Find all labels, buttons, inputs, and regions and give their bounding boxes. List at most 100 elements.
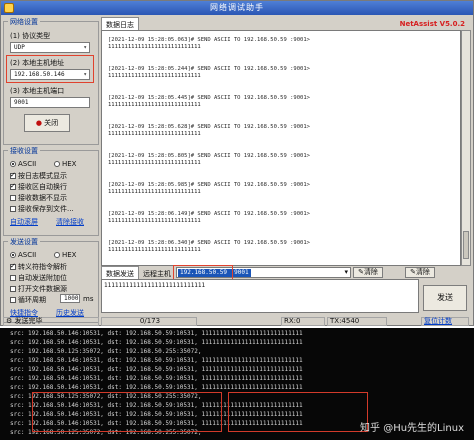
- receive-settings-group: 接收设置 ASCII HEX 按日志模式显示 接收区自动换行 接收数据不显示 接…: [3, 146, 99, 236]
- recv-check-auto-wrap[interactable]: 接收区自动换行: [10, 182, 67, 192]
- netassist-window: 网络调试助手 网络设置 (1) 协议类型 UDP (2) 本地主机地址 192.…: [0, 0, 474, 326]
- chevron-down-icon: ▾: [344, 268, 348, 276]
- window-title: 网络调试助手: [210, 3, 264, 12]
- clear-all-button[interactable]: ✎清除: [405, 267, 435, 278]
- log-entry: [2021-12-09 15:28:05.063]# SEND ASCII TO…: [108, 37, 310, 51]
- log-area[interactable]: [2021-12-09 15:28:05.063]# SEND ASCII TO…: [101, 30, 461, 266]
- local-host-highlight: [6, 55, 94, 83]
- close-button[interactable]: ● 关闭: [24, 114, 70, 132]
- terminal-line: src: 192.168.50.146:10531, dst: 192.168.…: [10, 375, 303, 382]
- send-check-append[interactable]: 自动发送附加位: [10, 273, 67, 283]
- log-entry-head: [2021-12-09 15:28:05.805]# SEND ASCII TO…: [108, 153, 310, 159]
- terminal-line: src: 192.168.50.146:10531, dst: 192.168.…: [10, 330, 303, 337]
- terminal-highlight-right: [228, 392, 368, 432]
- log-entry-body: 1111111111111111111111111111: [108, 218, 201, 224]
- log-entry: [2021-12-09 15:28:05.244]# SEND ASCII TO…: [108, 66, 310, 80]
- recv-check-label: 接收保存到文件...: [18, 205, 74, 213]
- clear-all-label: 清除: [415, 268, 430, 276]
- terminal-line: src: 192.168.50.125:35072, dst: 192.168.…: [10, 348, 202, 355]
- log-entry-head: [2021-12-09 15:28:05.063]# SEND ASCII TO…: [108, 37, 310, 43]
- recv-check-label: 接收数据不显示: [18, 194, 67, 202]
- checkbox-unchecked-icon: [10, 286, 16, 292]
- send-check-loop[interactable]: 循环周期: [10, 295, 46, 305]
- loop-period-input[interactable]: 1000: [60, 294, 80, 303]
- stop-icon: ●: [35, 119, 42, 127]
- local-port-input[interactable]: 9001: [10, 97, 90, 108]
- title-bar: 网络调试助手: [1, 1, 473, 15]
- log-scrollbar[interactable]: [461, 30, 471, 266]
- send-button[interactable]: 发送: [423, 285, 467, 311]
- brand-label: NetAssist V5.0.2: [399, 20, 465, 28]
- recv-radio-hex-label: HEX: [62, 160, 77, 168]
- send-check-file-source[interactable]: 打开文件数据源: [10, 284, 67, 294]
- send-settings-group: 发送设置 ASCII HEX 转义符指令解析 自动发送附加位 打开文件数据源 循…: [3, 237, 99, 323]
- log-entry-body: 1111111111111111111111111111: [108, 189, 201, 195]
- status-counter: 0/173: [101, 317, 197, 326]
- log-entry: [2021-12-09 15:28:05.445]# SEND ASCII TO…: [108, 95, 310, 109]
- network-settings-title: 网络设置: [8, 17, 40, 27]
- log-entry: [2021-12-09 15:28:05.985]# SEND ASCII TO…: [108, 182, 310, 196]
- tab-data-log[interactable]: 数据日志: [101, 17, 139, 30]
- radio-checked-icon: [10, 252, 16, 258]
- status-tx: TX:4540: [327, 317, 387, 326]
- log-entry-body: 1111111111111111111111111111: [108, 160, 201, 166]
- terminal-line: src: 192.168.50.146:10531, dst: 192.168.…: [10, 384, 303, 391]
- send-pane: 数据发送 远程主机 192.168.50.59 :9001 ▾ ✎清除 ✎清除 …: [101, 265, 471, 316]
- log-entry-body: 1111111111111111111111111111: [108, 102, 201, 108]
- recv-radio-ascii-label: ASCII: [18, 160, 37, 168]
- clear-send-button[interactable]: ✎清除: [353, 267, 383, 278]
- status-text: ⚙ 发送完毕: [3, 317, 99, 326]
- log-entry-body: 1111111111111111111111111111: [108, 73, 201, 79]
- protocol-select[interactable]: UDP: [10, 42, 90, 53]
- terminal-line: src: 192.168.50.146:10531, dst: 192.168.…: [10, 357, 303, 364]
- log-entry-head: [2021-12-09 15:28:05.985]# SEND ASCII TO…: [108, 182, 310, 188]
- local-port-label: (3) 本地主机端口: [10, 87, 65, 95]
- log-pane: 数据日志 NetAssist V5.0.2 [2021-12-09 15:28:…: [101, 17, 471, 266]
- send-check-label: 循环周期: [18, 296, 46, 304]
- send-radio-ascii[interactable]: ASCII: [10, 251, 36, 259]
- log-entry-body: 1111111111111111111111111111: [108, 44, 201, 50]
- terminal-line: src: 192.168.50.146:10531, dst: 192.168.…: [10, 339, 303, 346]
- checkbox-checked-icon: [10, 262, 16, 270]
- network-settings-group: 网络设置 (1) 协议类型 UDP (2) 本地主机地址 192.168.50.…: [3, 17, 99, 145]
- terminal-line: src: 192.168.50.146:10531, dst: 192.168.…: [10, 366, 303, 373]
- radio-unchecked-icon: [54, 161, 60, 167]
- send-check-label: 自动发送附加位: [18, 274, 67, 282]
- recv-radio-hex[interactable]: HEX: [54, 160, 76, 168]
- recv-radio-ascii[interactable]: ASCII: [10, 160, 36, 168]
- checkbox-unchecked-icon: [10, 206, 16, 212]
- radio-checked-icon: [10, 161, 16, 167]
- scroll-thumb[interactable]: [463, 231, 469, 259]
- radio-unchecked-icon: [54, 252, 60, 258]
- recv-check-hide-data[interactable]: 接收数据不显示: [10, 193, 67, 203]
- recv-check-label: 接收区自动换行: [18, 183, 67, 191]
- tab-data-send[interactable]: 数据发送: [101, 266, 139, 279]
- status-bar: ⚙ 发送完毕 0/173 RX:0 TX:4540 复位计数: [3, 317, 471, 326]
- send-radio-hex-label: HEX: [62, 251, 77, 259]
- reset-count-link[interactable]: 复位计数: [421, 317, 469, 326]
- log-entry-head: [2021-12-09 15:28:06.340]# SEND ASCII TO…: [108, 240, 310, 246]
- remote-host-highlight: [173, 265, 233, 280]
- send-radio-ascii-label: ASCII: [18, 251, 37, 259]
- log-entry-head: [2021-12-09 15:28:06.149]# SEND ASCII TO…: [108, 211, 310, 217]
- log-entry: [2021-12-09 15:28:05.628]# SEND ASCII TO…: [108, 124, 310, 138]
- checkbox-checked-icon: [10, 182, 16, 190]
- close-button-label: 关闭: [44, 119, 59, 127]
- log-entry-head: [2021-12-09 15:28:05.628]# SEND ASCII TO…: [108, 124, 310, 130]
- auto-scroll-link[interactable]: 自动滚屏: [10, 217, 38, 227]
- clear-receive-link[interactable]: 清除接收: [56, 217, 84, 227]
- remote-host-label: 远程主机: [143, 270, 171, 278]
- watermark: 知乎 @Hu先生的Linux: [360, 423, 464, 434]
- status-message: 发送完毕: [14, 317, 43, 325]
- log-entry: [2021-12-09 15:28:06.149]# SEND ASCII TO…: [108, 211, 310, 225]
- send-radio-hex[interactable]: HEX: [54, 251, 76, 259]
- recv-check-save-file[interactable]: 接收保存到文件...: [10, 204, 74, 214]
- send-textarea[interactable]: 1111111111111111111111111111: [101, 279, 419, 313]
- left-settings-column: 网络设置 (1) 协议类型 UDP (2) 本地主机地址 192.168.50.…: [3, 17, 99, 323]
- log-entry-body: 1111111111111111111111111111: [108, 247, 201, 253]
- send-check-escape[interactable]: 转义符指令解析: [10, 262, 67, 272]
- checkbox-checked-icon: [10, 171, 16, 179]
- log-entry-head: [2021-12-09 15:28:05.445]# SEND ASCII TO…: [108, 95, 310, 101]
- checkbox-unchecked-icon: [10, 195, 16, 201]
- recv-check-log-mode[interactable]: 按日志模式显示: [10, 171, 67, 181]
